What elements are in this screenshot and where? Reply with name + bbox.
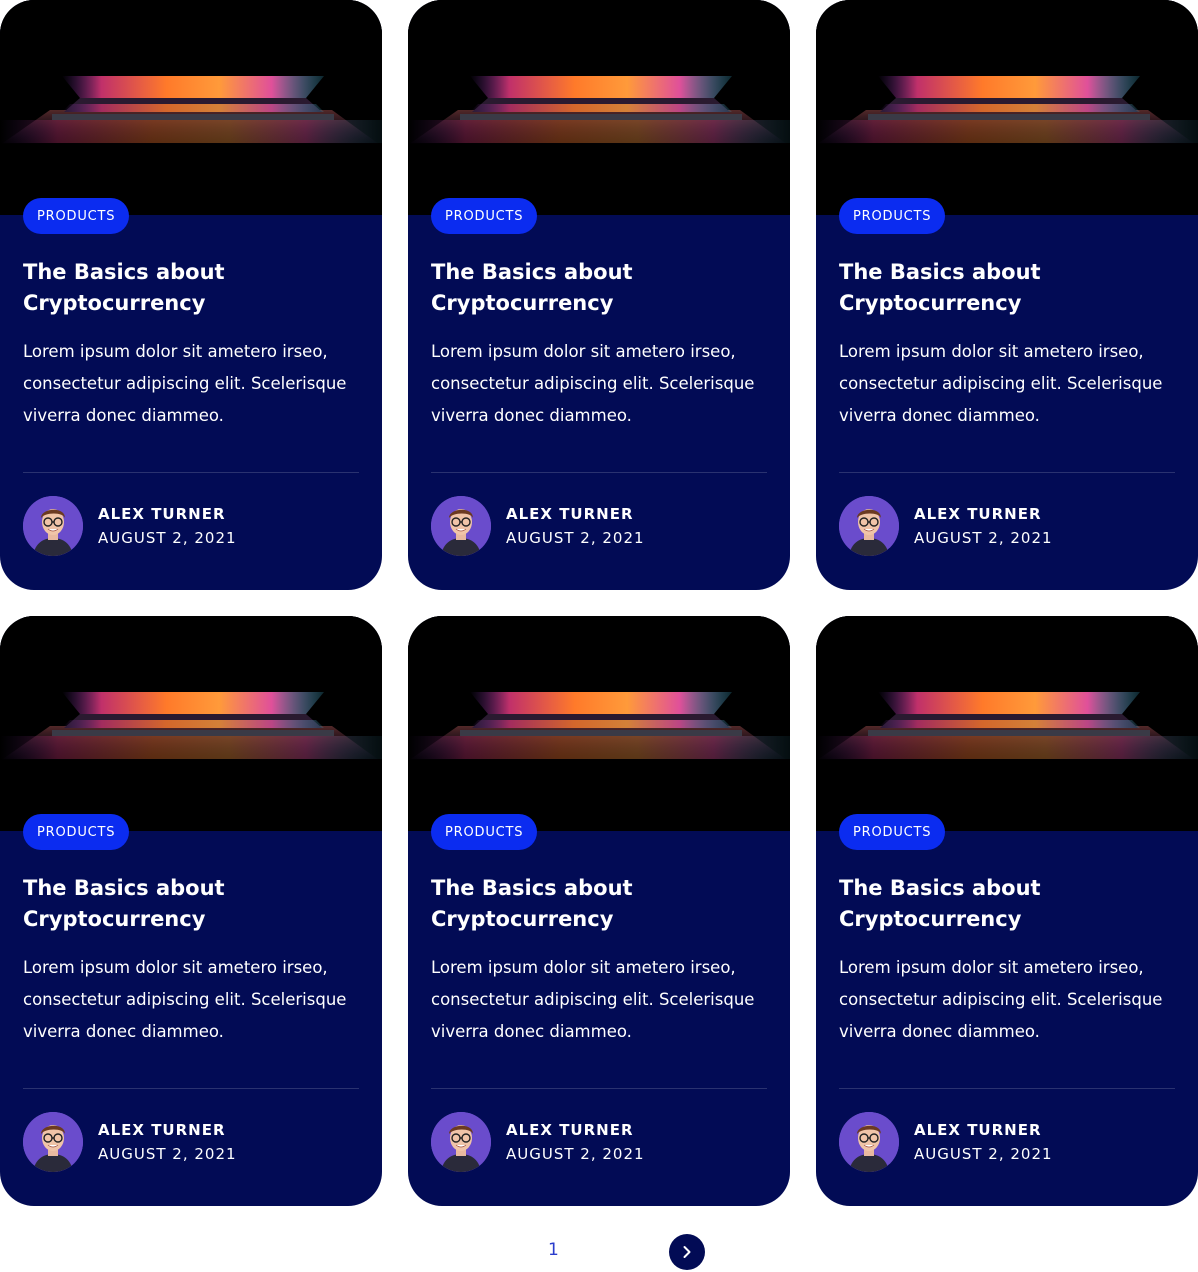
card-image[interactable] xyxy=(408,0,790,215)
card-excerpt: Lorem ipsum dolor sit ametero irseo, con… xyxy=(23,342,347,425)
card-excerpt: Lorem ipsum dolor sit ametero irseo, con… xyxy=(431,958,755,1041)
card-title[interactable]: The Basics about Cryptocurrency xyxy=(839,873,1139,935)
page-number-current[interactable]: 1 xyxy=(548,1240,559,1260)
next-page-button[interactable] xyxy=(669,1234,705,1270)
card-divider xyxy=(23,1088,359,1089)
card-excerpt: Lorem ipsum dolor sit ametero irseo, con… xyxy=(839,958,1163,1041)
post-date: AUGUST 2, 2021 xyxy=(914,529,1053,547)
post-date: AUGUST 2, 2021 xyxy=(98,529,237,547)
author-text: ALEX TURNER AUGUST 2, 2021 xyxy=(506,1118,645,1166)
card-image[interactable] xyxy=(0,0,382,215)
category-badge[interactable]: PRODUCTS xyxy=(23,814,130,850)
card-excerpt: Lorem ipsum dolor sit ametero irseo, con… xyxy=(23,958,347,1041)
author-info: ALEX TURNER AUGUST 2, 2021 xyxy=(23,1112,237,1172)
blog-card[interactable]: PRODUCTS The Basics about Cryptocurrency… xyxy=(816,616,1198,1206)
author-name: ALEX TURNER xyxy=(506,505,634,523)
author-avatar xyxy=(431,1112,491,1172)
author-info: ALEX TURNER AUGUST 2, 2021 xyxy=(431,496,645,556)
card-divider xyxy=(839,1088,1175,1089)
card-image[interactable] xyxy=(816,616,1198,831)
author-text: ALEX TURNER AUGUST 2, 2021 xyxy=(914,502,1053,550)
author-text: ALEX TURNER AUGUST 2, 2021 xyxy=(98,1118,237,1166)
card-title[interactable]: The Basics about Cryptocurrency xyxy=(839,257,1139,319)
author-avatar xyxy=(23,496,83,556)
author-info: ALEX TURNER AUGUST 2, 2021 xyxy=(431,1112,645,1172)
laptop-image xyxy=(816,616,1198,831)
category-badge[interactable]: PRODUCTS xyxy=(431,198,538,234)
author-avatar xyxy=(431,496,491,556)
author-name: ALEX TURNER xyxy=(914,1121,1042,1139)
post-date: AUGUST 2, 2021 xyxy=(98,1145,237,1163)
laptop-image xyxy=(408,0,790,215)
avatar xyxy=(839,1112,899,1172)
card-image[interactable] xyxy=(408,616,790,831)
avatar xyxy=(839,496,899,556)
author-avatar xyxy=(839,496,899,556)
category-badge[interactable]: PRODUCTS xyxy=(23,198,130,234)
avatar xyxy=(431,1112,491,1172)
blog-card[interactable]: PRODUCTS The Basics about Cryptocurrency… xyxy=(816,0,1198,590)
post-date: AUGUST 2, 2021 xyxy=(914,1145,1053,1163)
post-date: AUGUST 2, 2021 xyxy=(506,1145,645,1163)
author-name: ALEX TURNER xyxy=(98,1121,226,1139)
card-divider xyxy=(23,472,359,473)
blog-card[interactable]: PRODUCTS The Basics about Cryptocurrency… xyxy=(0,0,382,590)
author-avatar xyxy=(23,1112,83,1172)
card-title[interactable]: The Basics about Cryptocurrency xyxy=(431,257,731,319)
avatar xyxy=(431,496,491,556)
author-info: ALEX TURNER AUGUST 2, 2021 xyxy=(839,496,1053,556)
card-image[interactable] xyxy=(0,616,382,831)
card-divider xyxy=(431,472,767,473)
author-text: ALEX TURNER AUGUST 2, 2021 xyxy=(98,502,237,550)
card-title[interactable]: The Basics about Cryptocurrency xyxy=(431,873,731,935)
author-name: ALEX TURNER xyxy=(914,505,1042,523)
card-excerpt: Lorem ipsum dolor sit ametero irseo, con… xyxy=(839,342,1163,425)
card-divider xyxy=(839,472,1175,473)
card-excerpt: Lorem ipsum dolor sit ametero irseo, con… xyxy=(431,342,755,425)
pagination: 1 xyxy=(0,1232,1198,1270)
author-text: ALEX TURNER AUGUST 2, 2021 xyxy=(506,502,645,550)
author-name: ALEX TURNER xyxy=(98,505,226,523)
card-title[interactable]: The Basics about Cryptocurrency xyxy=(23,873,323,935)
author-name: ALEX TURNER xyxy=(506,1121,634,1139)
category-badge[interactable]: PRODUCTS xyxy=(839,814,946,850)
laptop-image xyxy=(0,0,382,215)
blog-grid: PRODUCTS The Basics about Cryptocurrency… xyxy=(0,0,1198,1206)
author-avatar xyxy=(839,1112,899,1172)
avatar xyxy=(23,496,83,556)
author-text: ALEX TURNER AUGUST 2, 2021 xyxy=(914,1118,1053,1166)
laptop-image xyxy=(816,0,1198,215)
blog-card[interactable]: PRODUCTS The Basics about Cryptocurrency… xyxy=(408,0,790,590)
card-divider xyxy=(431,1088,767,1089)
laptop-image xyxy=(408,616,790,831)
category-badge[interactable]: PRODUCTS xyxy=(431,814,538,850)
blog-card[interactable]: PRODUCTS The Basics about Cryptocurrency… xyxy=(408,616,790,1206)
laptop-image xyxy=(0,616,382,831)
blog-card[interactable]: PRODUCTS The Basics about Cryptocurrency… xyxy=(0,616,382,1206)
category-badge[interactable]: PRODUCTS xyxy=(839,198,946,234)
author-info: ALEX TURNER AUGUST 2, 2021 xyxy=(23,496,237,556)
post-date: AUGUST 2, 2021 xyxy=(506,529,645,547)
card-title[interactable]: The Basics about Cryptocurrency xyxy=(23,257,323,319)
card-image[interactable] xyxy=(816,0,1198,215)
author-info: ALEX TURNER AUGUST 2, 2021 xyxy=(839,1112,1053,1172)
chevron-right-icon xyxy=(683,1246,691,1258)
avatar xyxy=(23,1112,83,1172)
